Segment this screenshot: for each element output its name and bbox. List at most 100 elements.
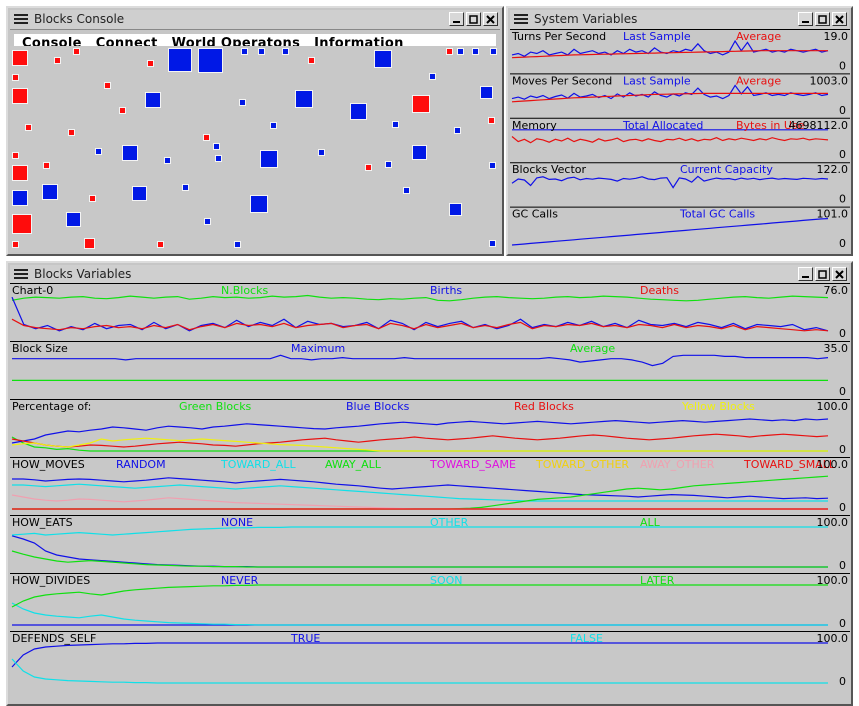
legend-entry: Births — [430, 284, 462, 297]
series-line-deaths — [11, 318, 829, 332]
panel-label: Moves Per Second — [512, 74, 612, 87]
console-window-title: Blocks Console — [34, 12, 125, 26]
legend-entry: Red Blocks — [514, 400, 574, 413]
close-button[interactable] — [832, 267, 847, 281]
blue-block — [454, 127, 461, 134]
series-line-false — [11, 658, 828, 684]
blue-block — [95, 148, 102, 155]
blue-block — [239, 99, 246, 106]
axis-min-label: 0 — [839, 327, 846, 340]
blue-block — [350, 103, 367, 120]
series-line-last-sample — [511, 84, 829, 100]
red-block — [84, 238, 95, 249]
series-line-soon — [11, 602, 828, 626]
legend-entry: NEVER — [221, 574, 259, 587]
legend-entry: Average — [736, 30, 781, 43]
blue-block — [270, 122, 277, 129]
blue-block — [258, 48, 265, 55]
red-block — [12, 88, 28, 104]
legend-entry: RANDOM — [116, 458, 166, 471]
blue-block — [295, 90, 313, 108]
minimize-icon — [453, 20, 460, 23]
close-icon — [835, 269, 844, 279]
close-icon — [486, 14, 495, 24]
panel-label: HOW_MOVES — [12, 458, 85, 471]
blue-block — [42, 184, 58, 200]
legend-entry: NONE — [221, 516, 253, 529]
series-line-all — [11, 550, 828, 568]
axis-min-label: 0 — [839, 59, 846, 72]
legend-entry: OTHER — [430, 516, 469, 529]
axis-min-label: 0 — [839, 617, 846, 630]
minimize-button[interactable] — [798, 267, 813, 281]
series-line-n-blocks — [11, 294, 829, 302]
maximize-icon — [818, 14, 827, 24]
red-block — [54, 57, 61, 64]
axis-max-label: 101.0 — [817, 208, 849, 221]
maximize-button[interactable] — [815, 267, 830, 281]
red-block — [73, 48, 80, 55]
blue-block — [282, 48, 289, 55]
close-button[interactable] — [832, 12, 847, 26]
legend-entry: Average — [736, 74, 781, 87]
red-block — [446, 48, 453, 55]
minimize-button[interactable] — [798, 12, 813, 26]
panel-label: GC Calls — [512, 208, 558, 221]
world-canvas[interactable] — [10, 46, 500, 252]
panel-label: Percentage of: — [12, 400, 91, 413]
window-menu-icon[interactable] — [14, 268, 28, 280]
axis-min-label: 0 — [839, 675, 846, 688]
series-line-last-sample — [511, 39, 829, 57]
legend-entry: SOON — [430, 574, 463, 587]
axis-max-label: 76.0 — [824, 284, 849, 297]
blue-block — [66, 212, 81, 227]
series-line-current-capacity — [511, 175, 829, 189]
red-block — [12, 152, 19, 159]
red-block — [157, 241, 164, 248]
blue-block — [250, 195, 268, 213]
blue-block — [215, 155, 222, 162]
console-titlebar[interactable]: Blocks Console — [10, 10, 500, 30]
blue-block — [241, 48, 248, 55]
legend-entry: Total GC Calls — [679, 208, 755, 221]
legend-entry: Green Blocks — [179, 400, 252, 413]
legend-entry: Total Allocated — [622, 119, 703, 132]
system-titlebar[interactable]: System Variables — [510, 10, 849, 30]
axis-min-label: 0 — [839, 559, 846, 572]
axis-min-label: 0 — [839, 237, 846, 250]
series-line-away-other — [11, 494, 828, 510]
maximize-button[interactable] — [466, 12, 481, 26]
panel-label: Turns Per Second — [511, 30, 606, 43]
red-block — [12, 241, 19, 248]
blocks-titlebar[interactable]: Blocks Variables — [10, 265, 849, 285]
blue-block — [132, 186, 147, 201]
series-line-other — [11, 526, 828, 536]
blue-block — [480, 86, 493, 99]
axis-max-label: 35.0 — [824, 342, 849, 355]
window-menu-icon[interactable] — [514, 13, 528, 25]
close-icon — [835, 14, 844, 24]
maximize-button[interactable] — [815, 12, 830, 26]
maximize-icon — [818, 269, 827, 279]
window-menu-icon[interactable] — [14, 13, 28, 25]
red-block — [25, 124, 32, 131]
minimize-icon — [802, 20, 809, 23]
blue-block — [449, 203, 462, 216]
legend-entry: TOWARD_ALL — [220, 458, 296, 471]
blue-block — [122, 145, 138, 161]
legend-entry: Yellow Blocks — [681, 400, 755, 413]
panel-label: Blocks Vector — [512, 163, 587, 176]
legend-entry: Maximum — [291, 342, 345, 355]
axis-max-label: 19.0 — [824, 30, 849, 43]
axis-max-label: 100.0 — [817, 574, 849, 587]
minimize-button[interactable] — [449, 12, 464, 26]
system-window-title: System Variables — [534, 12, 638, 26]
legend-entry: Deaths — [640, 284, 679, 297]
blue-block — [489, 240, 496, 247]
series-line-yellow-blocks — [11, 437, 828, 452]
legend-entry: TRUE — [290, 632, 320, 645]
red-block — [412, 95, 430, 113]
axis-max-label: 100.0 — [817, 458, 849, 471]
panel-label: HOW_DIVIDES — [12, 574, 90, 587]
close-button[interactable] — [483, 12, 498, 26]
